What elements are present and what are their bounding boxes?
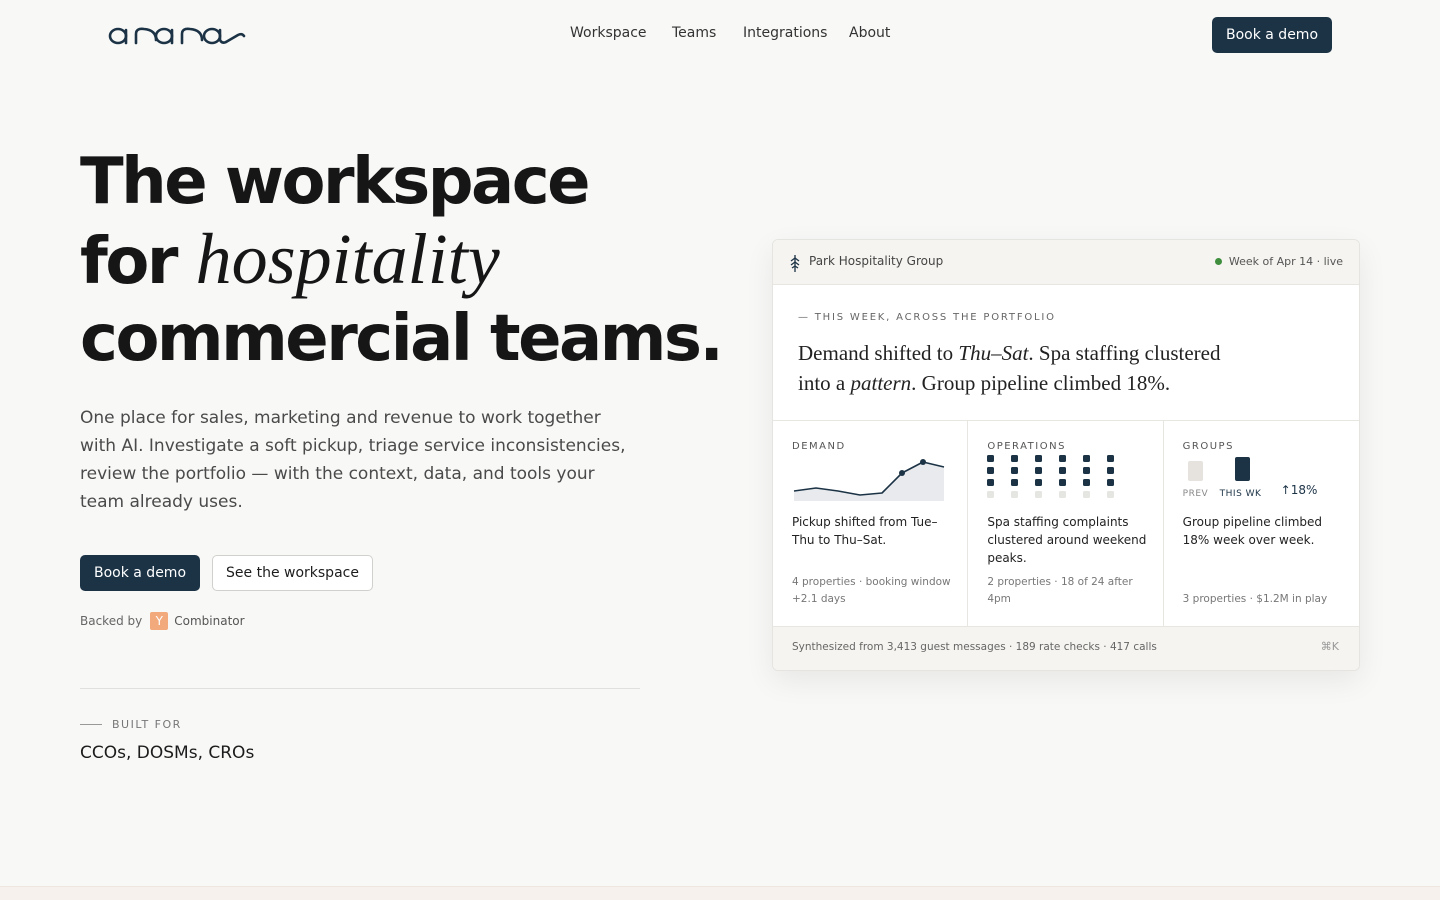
groups-column: GROUPS PREV THIS WK ↑18% Group pipeline … xyxy=(1164,421,1359,628)
live-status-icon xyxy=(1214,258,1222,265)
book-demo-button[interactable]: Book a demo xyxy=(80,555,200,591)
org-name: Park Hospitality Group xyxy=(809,254,944,268)
nav-about[interactable]: About xyxy=(849,25,890,41)
operations-meta: 2 properties · 18 of 24 after 4pm xyxy=(987,576,1133,605)
summary-italic1: Thu–Sat xyxy=(958,341,1029,365)
this-week-label: THIS WK xyxy=(1219,489,1262,499)
hero-description: One place for sales, marketing and reven… xyxy=(80,408,626,512)
demand-meta: 4 properties · booking window +2.1 days xyxy=(792,576,951,605)
operations-text: Spa staffing complaints clustered around… xyxy=(987,515,1147,565)
backed-by: Backed by Y Combinator xyxy=(80,612,245,630)
tree-icon xyxy=(790,255,800,272)
card-summary: Demand shifted to Thu–Sat. Spa staffing … xyxy=(798,338,1238,398)
built-for-dash xyxy=(80,724,102,725)
week-label: Week of Apr 14 · live xyxy=(1228,255,1343,268)
built-for-label: BUILT FOR xyxy=(80,718,182,731)
hero-title-italic: hospitality xyxy=(195,219,500,299)
see-workspace-button[interactable]: See the workspace xyxy=(212,555,373,591)
demand-column: DEMAND Pickup shifted from Tue–Thu to Th… xyxy=(773,421,969,628)
summary-part1: Demand shifted to xyxy=(798,341,959,365)
nav-integrations[interactable]: Integrations xyxy=(743,25,827,41)
week-status: Week of Apr 14 · live xyxy=(1214,255,1343,268)
hero-title-line1: The workspace xyxy=(80,145,591,219)
nav-teams[interactable]: Teams xyxy=(672,25,716,41)
hero-title: The workspace for hospitality commercial… xyxy=(80,144,724,378)
header-book-demo-button[interactable]: Book a demo xyxy=(1212,17,1332,53)
portfolio-card: Park Hospitality Group Week of Apr 14 · … xyxy=(772,239,1360,671)
prev-label: PREV xyxy=(1182,489,1209,499)
demand-sparkline xyxy=(793,459,945,501)
prev-week-bar xyxy=(1187,461,1203,481)
built-for-roles: CCOs, DOSMs, CROs xyxy=(80,743,255,763)
hero-title-line3: commercial teams. xyxy=(80,302,724,376)
card-footer: Synthesized from 3,413 guest messages · … xyxy=(773,626,1359,670)
hero-divider xyxy=(80,688,640,689)
groups-text: Group pipeline climbed 18% week over wee… xyxy=(1182,515,1322,547)
operations-heading: OPERATIONS xyxy=(987,441,1066,452)
built-for-text: BUILT FOR xyxy=(112,718,182,731)
yc-logo-icon: Y xyxy=(150,612,169,630)
this-week-bar xyxy=(1234,457,1250,481)
demand-text: Pickup shifted from Tue–Thu to Thu–Sat. xyxy=(792,515,938,547)
hero-title-line2: for hospitality xyxy=(80,221,720,301)
groups-change: ↑18% xyxy=(1280,483,1318,497)
command-shortcut-icon[interactable]: ⌘K xyxy=(1321,640,1339,653)
nav-workspace[interactable]: Workspace xyxy=(570,25,647,41)
groups-meta: 3 properties · $1.2M in play xyxy=(1182,593,1328,605)
card-header: Park Hospitality Group Week of Apr 14 · … xyxy=(773,240,1359,285)
groups-bars: PREV THIS WK ↑18% xyxy=(1183,455,1343,501)
operations-column: OPERATIONS Spa staffing complaints clust… xyxy=(968,421,1164,628)
summary-italic2: pattern xyxy=(850,371,912,395)
operations-dot-grid xyxy=(987,455,1115,498)
footer-synthesized: Synthesized from 3,413 guest messages · … xyxy=(792,641,1157,653)
summary-part3: . Group pipeline climbed 18%. xyxy=(911,371,1171,395)
card-columns: DEMAND Pickup shifted from Tue–Thu to Th… xyxy=(773,420,1359,628)
yc-name: Combinator xyxy=(174,614,245,628)
next-section-edge xyxy=(0,886,1440,900)
groups-heading: GROUPS xyxy=(1182,441,1234,452)
backed-by-label: Backed by xyxy=(80,614,143,628)
card-eyebrow: — THIS WEEK, ACROSS THE PORTFOLIO xyxy=(798,312,1056,323)
hero-title-line2-plain: for xyxy=(80,225,178,299)
demand-heading: DEMAND xyxy=(792,441,846,452)
